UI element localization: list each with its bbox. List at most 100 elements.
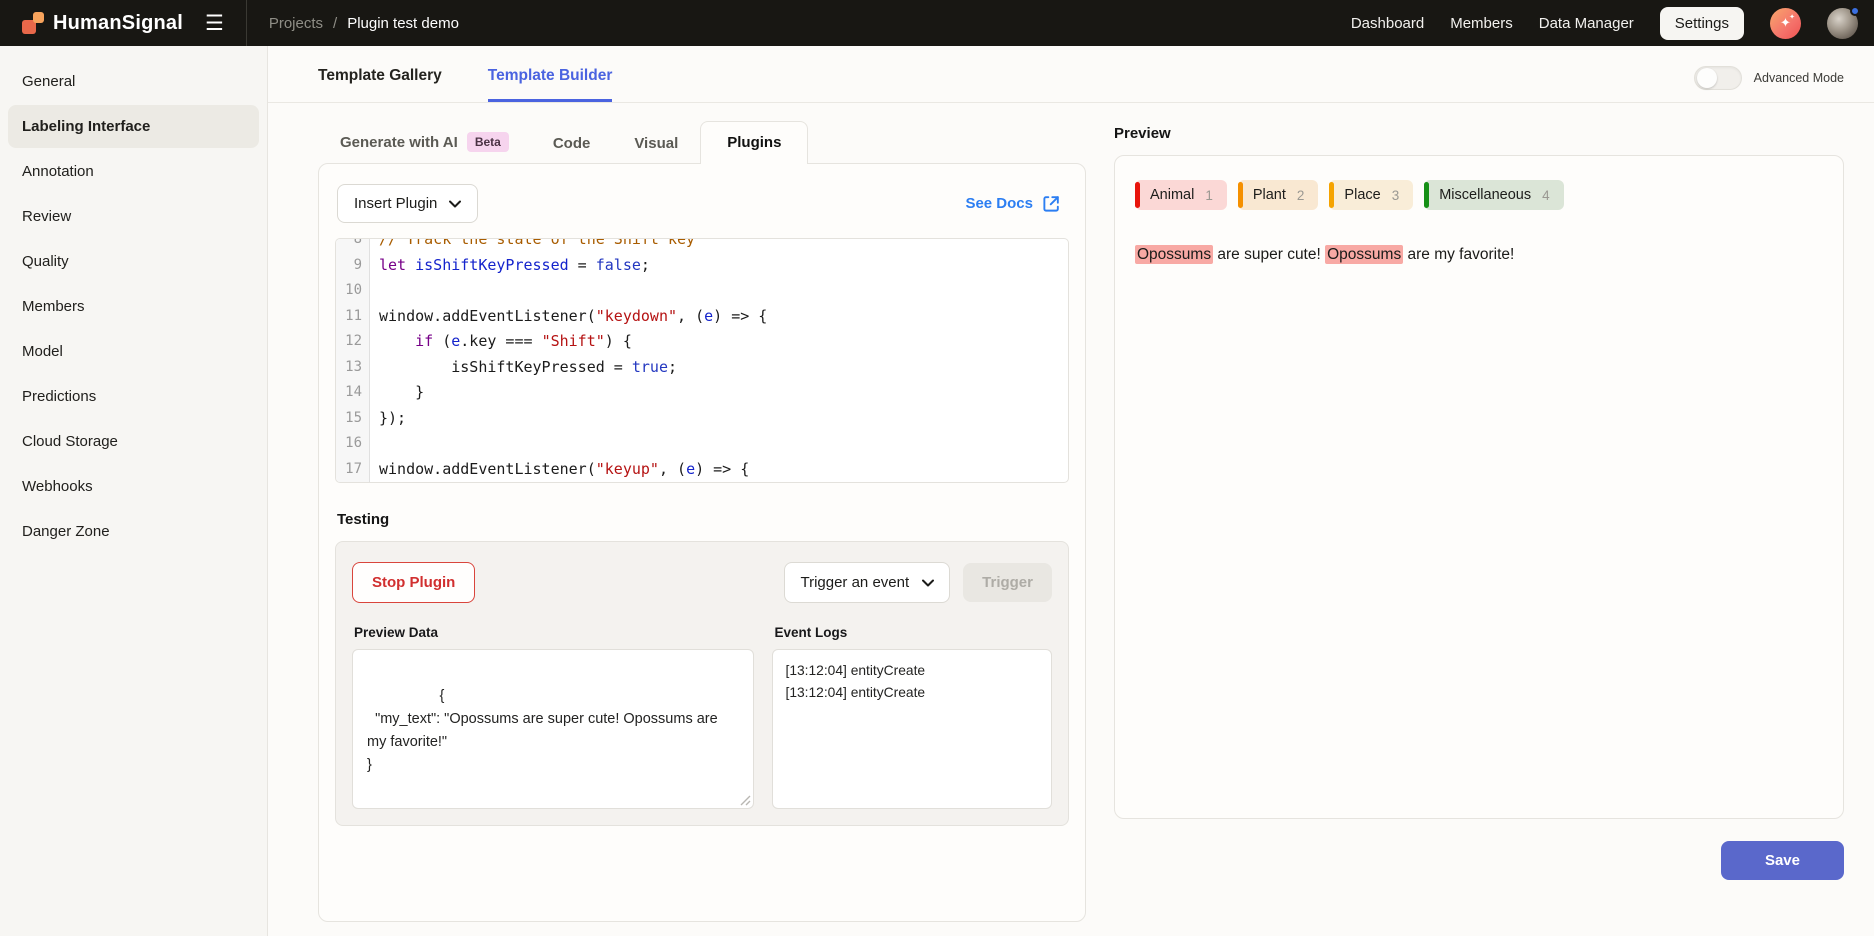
subtab-generate-with-ai[interactable]: Generate with AI Beta (318, 121, 531, 163)
line-number: 17 (340, 457, 362, 483)
testing-heading: Testing (335, 511, 1069, 528)
subtab-label: Plugins (727, 134, 781, 151)
chevron-down-icon (449, 200, 461, 208)
label-chip-miscellaneous[interactable]: Miscellaneous4 (1424, 180, 1563, 210)
plain-text: are my favorite! (1403, 246, 1514, 263)
subtab-label: Code (553, 135, 591, 152)
tab-template-gallery[interactable]: Template Gallery (318, 67, 442, 102)
label-text: Animal (1150, 187, 1194, 203)
sidebar-item-review[interactable]: Review (8, 195, 259, 238)
save-button[interactable]: Save (1721, 841, 1844, 880)
breadcrumb-separator: / (333, 15, 337, 32)
stop-plugin-button[interactable]: Stop Plugin (352, 562, 475, 603)
nav-members[interactable]: Members (1450, 15, 1513, 32)
external-link-icon (1042, 194, 1061, 213)
label-chip-place[interactable]: Place3 (1329, 180, 1413, 210)
breadcrumb-projects[interactable]: Projects (269, 15, 323, 32)
subtab-visual[interactable]: Visual (612, 124, 700, 163)
plugin-code-editor[interactable]: 891011121314151617 // Track the state of… (335, 238, 1069, 483)
line-number: 11 (340, 304, 362, 330)
advanced-mode-label: Advanced Mode (1754, 71, 1844, 85)
label-text: Place (1344, 187, 1380, 203)
trigger-event-dropdown[interactable]: Trigger an event (784, 562, 950, 603)
label-hotkey: 2 (1297, 188, 1305, 203)
preview-text[interactable]: Opossums are super cute! Opossums are my… (1135, 243, 1823, 267)
insert-plugin-dropdown[interactable]: Insert Plugin (337, 184, 478, 223)
insert-plugin-label: Insert Plugin (354, 195, 437, 212)
event-logs-label: Event Logs (772, 625, 1052, 640)
beta-badge: Beta (467, 132, 509, 152)
line-number: 14 (340, 380, 362, 406)
user-avatar[interactable] (1827, 8, 1858, 39)
code-line: // Track the state of the Shift key (379, 238, 1068, 253)
sidebar-item-model[interactable]: Model (8, 330, 259, 373)
code-line: window.addEventListener("keydown", (e) =… (379, 304, 1068, 330)
small-sparkle-icon: ✦ (1789, 13, 1795, 21)
brand-logo[interactable]: HumanSignal (22, 12, 183, 35)
subtab-plugins[interactable]: Plugins (700, 121, 808, 164)
label-color-bar (1424, 182, 1429, 208)
label-hotkey: 4 (1542, 188, 1550, 203)
code-line: isShiftKeyPressed = true; (379, 355, 1068, 381)
settings-button[interactable]: Settings (1660, 7, 1744, 40)
breadcrumb-current: Plugin test demo (347, 15, 459, 32)
highlighted-region[interactable]: Opossums (1135, 245, 1213, 264)
line-number: 10 (340, 278, 362, 304)
trigger-event-label: Trigger an event (800, 574, 909, 591)
code-line: let isShiftKeyPressed = false; (379, 253, 1068, 279)
code-line (379, 431, 1068, 457)
template-tabs-header: Template Gallery Template Builder Advance… (268, 46, 1874, 103)
preview-panel: Animal1 Plant 2 Place3 Miscellaneous4 Opossu… (1114, 155, 1844, 819)
line-number: 16 (340, 431, 362, 457)
breadcrumb: Projects / Plugin test demo (269, 15, 459, 32)
sidebar-item-labeling-interface[interactable]: Labeling Interface (8, 105, 259, 148)
code-line: }); (379, 406, 1068, 432)
see-docs-link[interactable]: See Docs (965, 194, 1061, 213)
label-chips-row: Animal1 Plant 2 Place3 Miscellaneous4 (1135, 180, 1823, 210)
code-lines: // Track the state of the Shift keylet i… (370, 238, 1068, 482)
code-line: } (379, 380, 1068, 406)
label-chip-animal[interactable]: Animal1 (1135, 180, 1227, 210)
advanced-mode-wrap: Advanced Mode (1694, 66, 1844, 102)
preview-data-textarea[interactable]: { "my_text": "Opossums are super cute! O… (352, 649, 754, 809)
sidebar-item-members[interactable]: Members (8, 285, 259, 328)
code-line: if (e.key === "Shift") { (379, 329, 1068, 355)
subtab-code[interactable]: Code (531, 124, 613, 163)
label-color-bar (1135, 182, 1140, 208)
label-color-bar (1329, 182, 1334, 208)
sidebar-item-general[interactable]: General (8, 60, 259, 103)
sidebar-item-quality[interactable]: Quality (8, 240, 259, 283)
label-text: Plant (1253, 187, 1286, 203)
sidebar-item-predictions[interactable]: Predictions (8, 375, 259, 418)
nav-dashboard[interactable]: Dashboard (1351, 15, 1424, 32)
sidebar-item-annotation[interactable]: Annotation (8, 150, 259, 193)
code-line (379, 278, 1068, 304)
chevron-down-icon (922, 579, 934, 587)
advanced-mode-toggle[interactable] (1694, 66, 1742, 90)
trigger-button[interactable]: Trigger (963, 563, 1052, 602)
label-color-bar (1238, 182, 1243, 208)
preview-data-label: Preview Data (352, 625, 754, 640)
tab-template-builder[interactable]: Template Builder (488, 67, 613, 102)
log-entry: [13:12:04] entityCreate (785, 660, 1039, 682)
sidebar-item-webhooks[interactable]: Webhooks (8, 465, 259, 508)
nav-data-manager[interactable]: Data Manager (1539, 15, 1634, 32)
ai-assistant-button[interactable]: ✦ ✦ (1770, 8, 1801, 39)
sidebar-item-danger-zone[interactable]: Danger Zone (8, 510, 259, 553)
sidebar-item-cloud-storage[interactable]: Cloud Storage (8, 420, 259, 463)
highlighted-region[interactable]: Opossums (1325, 245, 1403, 264)
subtab-label: Generate with AI (340, 134, 458, 151)
code-line: window.addEventListener("keyup", (e) => … (379, 457, 1068, 483)
toggle-knob (1697, 68, 1717, 88)
notification-dot (1850, 6, 1860, 16)
label-chip-plant[interactable]: Plant 2 (1238, 180, 1319, 210)
brand-name: HumanSignal (53, 12, 183, 35)
topbar-divider (246, 0, 247, 46)
testing-panel: Stop Plugin Trigger an event Trigger (335, 541, 1069, 826)
event-logs-box[interactable]: [13:12:04] entityCreate[13:12:04] entity… (772, 649, 1052, 809)
hamburger-menu-icon[interactable]: ☰ (205, 13, 224, 34)
line-number: 15 (340, 406, 362, 432)
code-gutter: 891011121314151617 (336, 238, 370, 482)
topbar-right: Dashboard Members Data Manager Settings … (1351, 7, 1858, 40)
resize-handle[interactable] (740, 795, 751, 806)
